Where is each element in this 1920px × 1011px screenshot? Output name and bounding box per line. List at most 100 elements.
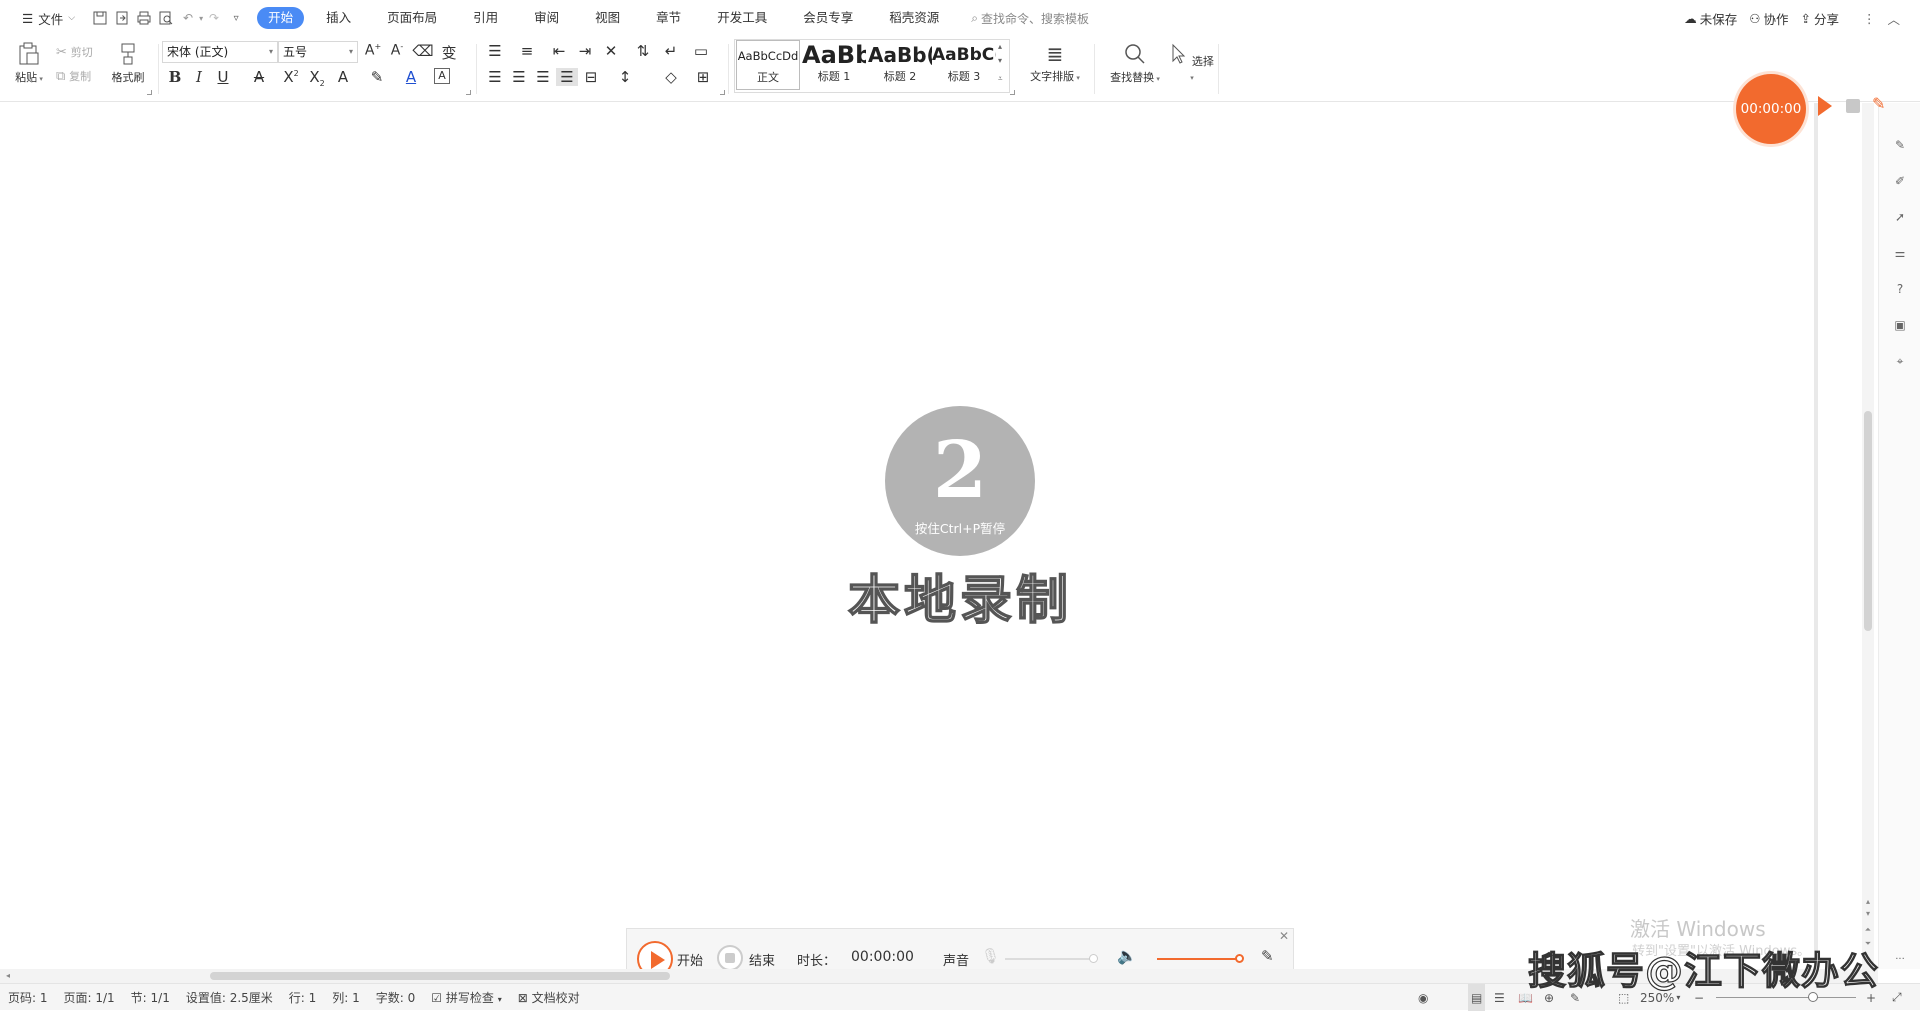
status-col[interactable]: 列: 1 xyxy=(324,989,368,1006)
font-color-icon[interactable]: A xyxy=(400,68,422,86)
customize-toolbar-icon[interactable]: ▿ xyxy=(225,7,247,29)
print-icon[interactable] xyxy=(133,7,155,29)
paste-button[interactable]: 粘贴 ▾ xyxy=(12,40,46,85)
shrink-font-icon[interactable]: A- xyxy=(386,42,408,59)
status-section[interactable]: 节: 1/1 xyxy=(123,989,178,1006)
font-group-corner[interactable] xyxy=(466,90,471,95)
strikethrough-icon[interactable]: A xyxy=(248,68,270,86)
decrease-indent-icon[interactable]: ⇤ xyxy=(548,42,570,60)
print-preview-icon[interactable] xyxy=(155,7,177,29)
pencil-edit-icon[interactable]: ✐ xyxy=(1890,171,1910,191)
find-replace-button[interactable]: 查找替换 ▾ xyxy=(1104,40,1166,85)
status-row[interactable]: 行: 1 xyxy=(281,989,325,1006)
recording-timer[interactable]: 00:00:00 xyxy=(1736,74,1806,144)
close-icon[interactable]: ✕ xyxy=(1279,929,1289,943)
file-menu[interactable]: ☰ 文件 ⌵ xyxy=(14,7,83,29)
gallery-down-icon[interactable]: ▾ xyxy=(998,56,1002,65)
font-size-select[interactable]: 五号 ▾ xyxy=(278,41,358,63)
tab-insert[interactable]: 插入 xyxy=(312,7,365,29)
style-heading-2[interactable]: AaBb( 标题 2 xyxy=(868,40,932,90)
clear-format-icon[interactable]: ⌫ xyxy=(412,42,434,60)
save-icon[interactable] xyxy=(89,7,111,29)
style-heading-1[interactable]: AaBb 标题 1 xyxy=(802,40,866,90)
select-button[interactable]: 选择 ▾ xyxy=(1170,40,1214,83)
stop-icon[interactable] xyxy=(1846,99,1860,113)
scrollbar-thumb[interactable] xyxy=(1864,411,1872,631)
sort-icon[interactable]: ⇅ xyxy=(632,42,654,60)
style-heading-3[interactable]: AaBbC( 标题 3 xyxy=(932,40,996,90)
speaker-icon[interactable]: 🔈 xyxy=(1117,946,1137,965)
pencil-icon[interactable]: ✎ xyxy=(1872,94,1894,116)
gallery-up-icon[interactable]: ▴ xyxy=(998,42,1002,51)
more-options-icon[interactable]: ··· xyxy=(1890,949,1910,969)
copy-button[interactable]: ⧉ 复制 xyxy=(56,68,91,84)
share-button[interactable]: ⇪ 分享 xyxy=(1794,7,1845,29)
format-painter-button[interactable]: 格式刷 xyxy=(108,40,148,85)
redo-icon[interactable]: ↷ xyxy=(203,7,225,29)
text-effect-icon[interactable]: A xyxy=(332,68,354,86)
shading-icon[interactable]: ◇ xyxy=(660,68,682,86)
prev-page-icon[interactable]: ⏶ xyxy=(1862,925,1874,935)
scrollbar-thumb[interactable] xyxy=(210,972,670,980)
underline-icon[interactable]: U xyxy=(212,68,234,86)
increase-indent-icon[interactable]: ⇥ xyxy=(574,42,596,60)
borders-icon[interactable]: ⊞ xyxy=(692,68,714,86)
pointer-icon[interactable]: ➚ xyxy=(1890,207,1910,227)
pencil-icon[interactable]: ✎ xyxy=(1261,947,1274,965)
font-name-select[interactable]: 宋体 (正文) ▾ xyxy=(162,41,278,63)
phonetic-icon[interactable]: 变 xyxy=(438,42,460,63)
chinese-layout-icon[interactable]: ✕ xyxy=(600,42,622,60)
status-page-code[interactable]: 页码: 1 xyxy=(0,989,56,1006)
tab-developer[interactable]: 开发工具 xyxy=(703,7,781,29)
tab-references[interactable]: 引用 xyxy=(459,7,512,29)
spell-check-button[interactable]: ☑ 拼写检查 ▾ xyxy=(423,989,509,1006)
more-menu-icon[interactable]: ⋮ xyxy=(1857,7,1882,29)
scroll-left-icon[interactable]: ◂ xyxy=(6,969,10,983)
justify-icon[interactable]: ☰ xyxy=(556,68,578,86)
collaborate-button[interactable]: ⚇ 协作 xyxy=(1743,7,1794,29)
tab-member[interactable]: 会员专享 xyxy=(789,7,867,29)
tab-home[interactable]: 开始 xyxy=(257,7,305,29)
scroll-up-icon[interactable]: ▴ xyxy=(1862,897,1874,906)
align-center-icon[interactable]: ☰ xyxy=(508,68,530,86)
speaker-volume-knob[interactable] xyxy=(1235,954,1244,963)
subscript-icon[interactable]: X2 xyxy=(306,68,328,88)
show-marks-icon[interactable]: ↵ xyxy=(660,42,682,60)
distribute-icon[interactable]: ⊟ xyxy=(580,68,602,86)
outline-view-icon[interactable]: ☰ xyxy=(1494,984,1505,1011)
cut-button[interactable]: ✂ 剪切 xyxy=(56,44,93,60)
end-record-button[interactable] xyxy=(717,945,743,971)
status-setting[interactable]: 设置值: 2.5厘米 xyxy=(178,989,281,1006)
tab-section[interactable]: 章节 xyxy=(642,7,695,29)
highlight-icon[interactable]: ✎ xyxy=(366,68,388,86)
style-normal[interactable]: AaBbCcDd 正文 xyxy=(736,40,800,90)
paragraph-group-corner[interactable] xyxy=(720,90,725,95)
status-words[interactable]: 字数: 0 xyxy=(368,989,424,1006)
styles-group-corner[interactable] xyxy=(1010,90,1015,95)
page-view-icon[interactable]: ▤ xyxy=(1468,984,1486,1011)
tab-page-layout[interactable]: 页面布局 xyxy=(373,7,451,29)
scroll-down-icon[interactable]: ▾ xyxy=(1862,909,1874,918)
numbered-list-icon[interactable]: ≡ xyxy=(516,42,538,60)
clipboard-group-corner[interactable] xyxy=(147,90,152,95)
align-left-icon[interactable]: ☰ xyxy=(484,68,506,86)
export-icon[interactable] xyxy=(111,7,133,29)
mic-volume-slider[interactable] xyxy=(1005,958,1093,960)
vertical-scrollbar[interactable]: ▴ ▾ ⏶ ⏷ xyxy=(1862,103,1874,969)
doc-proof-button[interactable]: ⊠ 文档校对 xyxy=(510,989,588,1006)
superscript-icon[interactable]: X2 xyxy=(280,68,302,86)
text-layout-button[interactable]: ≣ 文字排版 ▾ xyxy=(1024,40,1086,84)
play-icon[interactable] xyxy=(1818,96,1832,116)
line-spacing-icon[interactable]: ↕ xyxy=(614,68,636,86)
location-icon[interactable]: ⌖ xyxy=(1890,351,1910,371)
adjust-icon[interactable]: ⚌ xyxy=(1890,243,1910,263)
command-search[interactable]: ⌕ 查找命令、搜索模板 xyxy=(971,10,1089,27)
undo-icon[interactable]: ↶ xyxy=(177,7,199,29)
italic-icon[interactable]: I xyxy=(188,68,210,86)
ruler-icon[interactable]: ▭ xyxy=(690,42,712,60)
collapse-ribbon-icon[interactable]: ︿ xyxy=(1881,7,1906,29)
grow-font-icon[interactable]: A+ xyxy=(362,42,384,59)
eye-protection-icon[interactable]: ◉ xyxy=(1418,984,1428,1011)
help-icon[interactable]: ? xyxy=(1890,279,1910,299)
status-pages[interactable]: 页面: 1/1 xyxy=(56,989,123,1006)
